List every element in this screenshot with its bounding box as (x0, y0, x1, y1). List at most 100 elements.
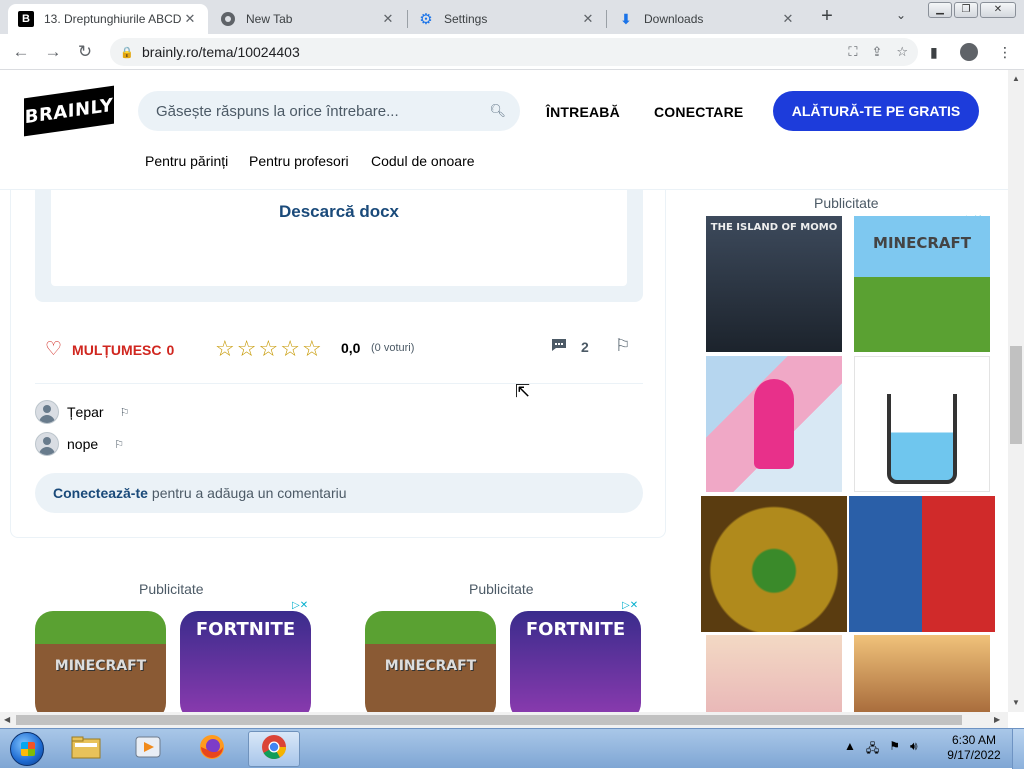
close-tab-icon[interactable]: ✕ (182, 11, 198, 27)
votes-count: (0 voturi) (371, 342, 415, 354)
ad-game-tile[interactable] (849, 496, 995, 632)
tab-brainly[interactable]: B 13. Dreptunghiurile ABCD ✕ (8, 4, 208, 34)
tab-search-chevron-icon[interactable]: ⌄ (896, 8, 906, 22)
chrome-icon (260, 733, 288, 766)
brainly-logo[interactable]: BRAINLY (24, 85, 114, 137)
adchoices-icon[interactable]: ▷✕ (292, 600, 308, 611)
rating-stars[interactable]: ☆ ☆ ☆ ☆ ☆ (215, 336, 322, 362)
star-icon[interactable]: ☆ (215, 336, 235, 362)
login-link[interactable]: Conectează-te (53, 485, 148, 501)
tab-title: Settings (444, 12, 488, 26)
adchoices-icon[interactable]: ▷✕ (622, 600, 638, 611)
ad-game-tile[interactable] (706, 356, 842, 492)
browser-toolbar: ← → ↻ 🔒 brainly.ro/tema/10024403 ⛶ ⇪ ☆ ▮… (0, 34, 1024, 70)
back-arrow-icon[interactable]: ← (10, 42, 32, 62)
rating-value: 0,0 (341, 340, 361, 356)
network-icon[interactable]: 🖧 (866, 739, 879, 760)
report-flag-icon[interactable]: ⚐ (120, 406, 130, 419)
scroll-down-arrow-icon[interactable]: ▼ (1012, 698, 1020, 707)
subnav-teachers[interactable]: Pentru profesori (249, 153, 349, 169)
volume-icon[interactable]: 🔊︎ (910, 739, 918, 760)
download-docx-link[interactable]: Descarcă docx (51, 202, 627, 222)
login-link[interactable]: CONECTARE (654, 104, 743, 120)
avatar[interactable] (35, 432, 59, 456)
subnav-parents[interactable]: Pentru părinți (145, 153, 228, 169)
forward-arrow-icon[interactable]: → (42, 42, 64, 62)
tab-downloads[interactable]: ⬇ Downloads ✕ (608, 4, 806, 34)
share-icon[interactable]: ⇪ (871, 44, 882, 60)
address-bar[interactable]: 🔒 brainly.ro/tema/10024403 ⛶ ⇪ ☆ (110, 38, 918, 66)
join-free-button[interactable]: ALĂTURĂ-TE PE GRATIS (773, 91, 979, 131)
show-desktop-button[interactable] (1012, 729, 1024, 769)
ad-game-tile[interactable]: MINECRAFT (365, 611, 496, 712)
media-player-taskbar-button[interactable] (122, 731, 174, 767)
search-input[interactable]: Găsește răspuns la orice întrebare... 🔍︎ (138, 91, 520, 131)
ad-game-tile[interactable]: MINECRAFT (35, 611, 166, 712)
explorer-taskbar-button[interactable] (60, 731, 112, 767)
restore-window-button[interactable]: ❐ (954, 2, 978, 18)
close-tab-icon[interactable]: ✕ (780, 11, 796, 27)
windows-logo-icon (10, 732, 44, 766)
ask-link[interactable]: ÎNTREABĂ (546, 104, 620, 120)
scroll-left-arrow-icon[interactable]: ◀ (4, 715, 10, 724)
system-clock[interactable]: 6:30 AM 9/17/2022 (944, 733, 1004, 763)
scroll-up-arrow-icon[interactable]: ▲ (1012, 74, 1020, 83)
web-page: BRAINLY Găsește răspuns la orice întreba… (0, 70, 1008, 712)
comments-toggle[interactable]: 2 (551, 338, 589, 355)
scrollbar-thumb[interactable] (16, 715, 962, 725)
ad-game-tile[interactable] (854, 356, 990, 492)
tab-settings[interactable]: ⚙ Settings ✕ (408, 4, 606, 34)
search-icon[interactable]: 🔍︎ (489, 103, 506, 119)
right-ad-grid: THE ISLAND OF MOMO MINECRAFT (700, 213, 996, 712)
report-flag-icon[interactable]: ⚐ (615, 336, 630, 356)
scrollbar-thumb[interactable] (1010, 346, 1022, 444)
ad-game-tile[interactable]: MINECRAFT (854, 216, 990, 352)
star-icon[interactable]: ☆ (237, 336, 257, 362)
ad-game-tile[interactable] (706, 635, 842, 712)
vertical-scrollbar[interactable]: ▲ ▼ (1008, 70, 1024, 712)
close-tab-icon[interactable]: ✕ (380, 11, 396, 27)
start-button[interactable] (2, 730, 52, 768)
reload-icon[interactable]: ↻ (74, 42, 96, 62)
gear-icon: ⚙ (419, 11, 433, 28)
new-tab-button[interactable]: + (816, 6, 838, 28)
close-window-button[interactable]: ✕ (980, 2, 1016, 18)
close-tab-icon[interactable]: ✕ (580, 11, 596, 27)
avatar[interactable] (35, 400, 59, 424)
ad-game-tile[interactable] (701, 496, 847, 632)
side-panel-icon[interactable]: ▮ (930, 44, 938, 61)
tab-new-tab[interactable]: New Tab ✕ (210, 4, 406, 34)
tab-title: New Tab (246, 12, 293, 26)
ad-game-tile[interactable]: FORTNITE (180, 611, 311, 712)
comment-author[interactable]: nope (67, 436, 98, 452)
lock-icon: 🔒 (120, 46, 134, 59)
translate-icon[interactable]: ⛶ (848, 44, 857, 60)
report-flag-icon[interactable]: ⚐ (114, 438, 124, 451)
comment-author[interactable]: Țepar (67, 404, 104, 420)
minimize-window-button[interactable]: ▁ (928, 2, 952, 18)
horizontal-scrollbar[interactable]: ◀ ▶ (0, 712, 1008, 728)
action-center-flag-icon[interactable]: ⚑ (889, 739, 900, 760)
subnav-honor-code[interactable]: Codul de onoare (371, 153, 475, 169)
ad-game-tile[interactable] (854, 635, 990, 712)
browser-tab-strip: B 13. Dreptunghiurile ABCD ✕ New Tab ✕ ⚙… (0, 0, 1024, 34)
clock-time: 6:30 AM (951, 733, 997, 747)
login-to-comment[interactable]: Conectează-te pentru a adăuga un comenta… (35, 473, 643, 513)
profile-avatar-icon[interactable] (960, 43, 978, 61)
show-hidden-icons-icon[interactable]: ▲ (844, 739, 856, 760)
heart-icon: ♡ (45, 339, 63, 360)
chrome-taskbar-button[interactable] (248, 731, 300, 767)
search-placeholder: Găsește răspuns la orice întrebare... (156, 102, 399, 120)
ad-game-tile[interactable]: THE ISLAND OF MOMO (706, 216, 842, 352)
brainly-favicon-icon: B (18, 11, 34, 27)
ad-game-tile[interactable]: FORTNITE (510, 611, 641, 712)
thanks-button[interactable]: ♡ MULȚUMESC 0 (45, 338, 174, 361)
star-icon[interactable]: ☆ (302, 336, 322, 362)
bookmark-star-icon[interactable]: ☆ (896, 44, 908, 60)
firefox-taskbar-button[interactable] (186, 731, 238, 767)
menu-kebab-icon[interactable]: ⋮ (998, 44, 1012, 61)
attachment-box: Descarcă docx (35, 190, 643, 302)
star-icon[interactable]: ☆ (280, 336, 300, 362)
scroll-right-arrow-icon[interactable]: ▶ (994, 715, 1000, 724)
star-icon[interactable]: ☆ (258, 336, 278, 362)
